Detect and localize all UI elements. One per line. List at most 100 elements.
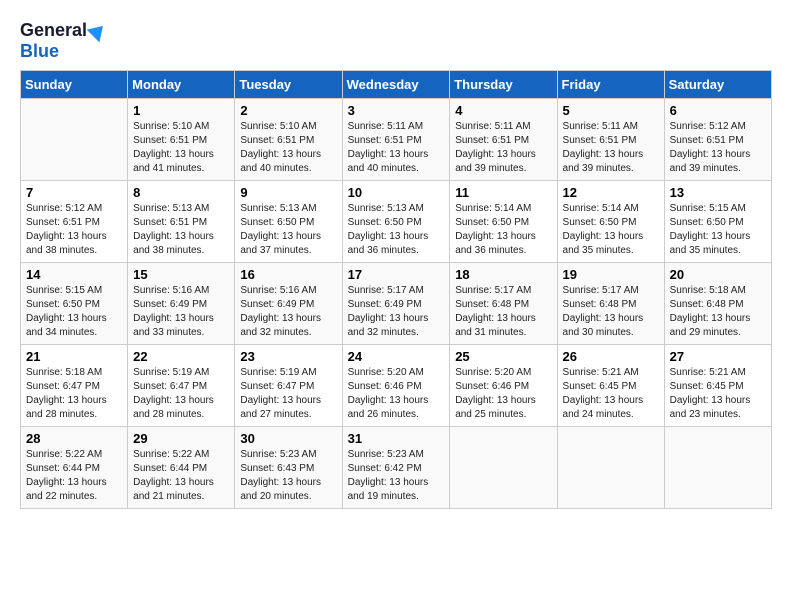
calendar-cell	[21, 99, 128, 181]
logo-general-text: General	[20, 20, 87, 41]
calendar-cell: 15 Sunrise: 5:16 AM Sunset: 6:49 PM Dayli…	[128, 263, 235, 345]
calendar-cell: 4 Sunrise: 5:11 AM Sunset: 6:51 PM Daylig…	[450, 99, 557, 181]
day-info: Sunrise: 5:11 AM Sunset: 6:51 PM Dayligh…	[563, 120, 659, 176]
calendar-cell	[557, 427, 664, 509]
calendar-week-1: 1 Sunrise: 5:10 AM Sunset: 6:51 PM Daylig…	[21, 99, 772, 181]
day-number: 31	[348, 431, 445, 446]
day-info: Sunrise: 5:17 AM Sunset: 6:49 PM Dayligh…	[348, 284, 445, 340]
calendar-cell: 17 Sunrise: 5:17 AM Sunset: 6:49 PM Dayli…	[342, 263, 450, 345]
day-info: Sunrise: 5:12 AM Sunset: 6:51 PM Dayligh…	[26, 202, 122, 258]
calendar-cell: 22Sunrise: 5:19 AM Sunset: 6:47 PM Dayli…	[128, 345, 235, 427]
calendar-cell: 18 Sunrise: 5:17 AM Sunset: 6:48 PM Dayli…	[450, 263, 557, 345]
day-number: 8	[133, 185, 229, 200]
day-number: 28	[26, 431, 122, 446]
day-number: 1	[133, 103, 229, 118]
calendar-header-wednesday: Wednesday	[342, 71, 450, 99]
calendar-cell: 9Sunrise: 5:13 AM Sunset: 6:50 PM Daylig…	[235, 181, 342, 263]
calendar-cell: 8 Sunrise: 5:13 AM Sunset: 6:51 PM Daylig…	[128, 181, 235, 263]
day-number: 3	[348, 103, 445, 118]
day-info: Sunrise: 5:22 AM Sunset: 6:44 PM Dayligh…	[133, 448, 229, 504]
day-number: 15	[133, 267, 229, 282]
calendar-table: SundayMondayTuesdayWednesdayThursdayFrid…	[20, 70, 772, 509]
day-number: 16	[240, 267, 336, 282]
calendar-cell: 3 Sunrise: 5:11 AM Sunset: 6:51 PM Daylig…	[342, 99, 450, 181]
calendar-cell: 16 Sunrise: 5:16 AM Sunset: 6:49 PM Dayli…	[235, 263, 342, 345]
day-info: Sunrise: 5:12 AM Sunset: 6:51 PM Dayligh…	[670, 120, 766, 176]
calendar-header-row: SundayMondayTuesdayWednesdayThursdayFrid…	[21, 71, 772, 99]
day-info: Sunrise: 5:19 AM Sunset: 6:47 PM Dayligh…	[240, 366, 336, 422]
day-info: Sunrise: 5:13 AM Sunset: 6:51 PM Dayligh…	[133, 202, 229, 258]
day-info: Sunrise: 5:23 AM Sunset: 6:43 PM Dayligh…	[240, 448, 336, 504]
day-info: Sunrise: 5:17 AM Sunset: 6:48 PM Dayligh…	[455, 284, 551, 340]
calendar-cell: 21Sunrise: 5:18 AM Sunset: 6:47 PM Dayli…	[21, 345, 128, 427]
calendar-week-3: 14Sunrise: 5:15 AM Sunset: 6:50 PM Dayli…	[21, 263, 772, 345]
day-info: Sunrise: 5:18 AM Sunset: 6:48 PM Dayligh…	[670, 284, 766, 340]
calendar-cell: 5Sunrise: 5:11 AM Sunset: 6:51 PM Daylig…	[557, 99, 664, 181]
calendar-cell: 24 Sunrise: 5:20 AM Sunset: 6:46 PM Dayli…	[342, 345, 450, 427]
calendar-header-monday: Monday	[128, 71, 235, 99]
calendar-cell: 19 Sunrise: 5:17 AM Sunset: 6:48 PM Dayli…	[557, 263, 664, 345]
day-info: Sunrise: 5:23 AM Sunset: 6:42 PM Dayligh…	[348, 448, 445, 504]
day-number: 2	[240, 103, 336, 118]
logo-blue-text: Blue	[20, 41, 59, 61]
day-info: Sunrise: 5:17 AM Sunset: 6:48 PM Dayligh…	[563, 284, 659, 340]
day-number: 14	[26, 267, 122, 282]
day-number: 23	[240, 349, 336, 364]
calendar-week-5: 28 Sunrise: 5:22 AM Sunset: 6:44 PM Dayli…	[21, 427, 772, 509]
calendar-cell	[664, 427, 771, 509]
day-info: Sunrise: 5:21 AM Sunset: 6:45 PM Dayligh…	[563, 366, 659, 422]
calendar-cell: 12Sunrise: 5:14 AM Sunset: 6:50 PM Dayli…	[557, 181, 664, 263]
calendar-cell: 29 Sunrise: 5:22 AM Sunset: 6:44 PM Dayli…	[128, 427, 235, 509]
day-number: 13	[670, 185, 766, 200]
day-info: Sunrise: 5:10 AM Sunset: 6:51 PM Dayligh…	[240, 120, 336, 176]
day-info: Sunrise: 5:22 AM Sunset: 6:44 PM Dayligh…	[26, 448, 122, 504]
calendar-cell: 11 Sunrise: 5:14 AM Sunset: 6:50 PM Dayli…	[450, 181, 557, 263]
day-number: 21	[26, 349, 122, 364]
day-number: 7	[26, 185, 122, 200]
calendar-cell	[450, 427, 557, 509]
day-info: Sunrise: 5:14 AM Sunset: 6:50 PM Dayligh…	[455, 202, 551, 258]
day-number: 10	[348, 185, 445, 200]
day-info: Sunrise: 5:20 AM Sunset: 6:46 PM Dayligh…	[348, 366, 445, 422]
day-number: 17	[348, 267, 445, 282]
logo-icon	[87, 19, 110, 42]
day-number: 27	[670, 349, 766, 364]
day-number: 25	[455, 349, 551, 364]
day-number: 11	[455, 185, 551, 200]
calendar-body: 1 Sunrise: 5:10 AM Sunset: 6:51 PM Daylig…	[21, 99, 772, 509]
day-info: Sunrise: 5:11 AM Sunset: 6:51 PM Dayligh…	[455, 120, 551, 176]
day-number: 26	[563, 349, 659, 364]
calendar-header-thursday: Thursday	[450, 71, 557, 99]
calendar-cell: 28 Sunrise: 5:22 AM Sunset: 6:44 PM Dayli…	[21, 427, 128, 509]
logo: General Blue	[20, 20, 107, 62]
day-info: Sunrise: 5:16 AM Sunset: 6:49 PM Dayligh…	[133, 284, 229, 340]
calendar-cell: 30 Sunrise: 5:23 AM Sunset: 6:43 PM Dayli…	[235, 427, 342, 509]
calendar-cell: 10 Sunrise: 5:13 AM Sunset: 6:50 PM Dayli…	[342, 181, 450, 263]
day-number: 6	[670, 103, 766, 118]
calendar-week-2: 7 Sunrise: 5:12 AM Sunset: 6:51 PM Daylig…	[21, 181, 772, 263]
calendar-cell: 27Sunrise: 5:21 AM Sunset: 6:45 PM Dayli…	[664, 345, 771, 427]
calendar-cell: 31 Sunrise: 5:23 AM Sunset: 6:42 PM Dayli…	[342, 427, 450, 509]
day-number: 19	[563, 267, 659, 282]
calendar-cell: 26 Sunrise: 5:21 AM Sunset: 6:45 PM Dayli…	[557, 345, 664, 427]
day-number: 30	[240, 431, 336, 446]
day-number: 22	[133, 349, 229, 364]
day-number: 18	[455, 267, 551, 282]
day-info: Sunrise: 5:13 AM Sunset: 6:50 PM Dayligh…	[348, 202, 445, 258]
day-info: Sunrise: 5:14 AM Sunset: 6:50 PM Dayligh…	[563, 202, 659, 258]
calendar-header-sunday: Sunday	[21, 71, 128, 99]
day-info: Sunrise: 5:10 AM Sunset: 6:51 PM Dayligh…	[133, 120, 229, 176]
calendar-cell: 14Sunrise: 5:15 AM Sunset: 6:50 PM Dayli…	[21, 263, 128, 345]
calendar-cell: 7 Sunrise: 5:12 AM Sunset: 6:51 PM Daylig…	[21, 181, 128, 263]
calendar-cell: 13 Sunrise: 5:15 AM Sunset: 6:50 PM Dayli…	[664, 181, 771, 263]
calendar-cell: 1 Sunrise: 5:10 AM Sunset: 6:51 PM Daylig…	[128, 99, 235, 181]
day-info: Sunrise: 5:15 AM Sunset: 6:50 PM Dayligh…	[670, 202, 766, 258]
day-number: 20	[670, 267, 766, 282]
day-info: Sunrise: 5:16 AM Sunset: 6:49 PM Dayligh…	[240, 284, 336, 340]
day-info: Sunrise: 5:11 AM Sunset: 6:51 PM Dayligh…	[348, 120, 445, 176]
day-number: 29	[133, 431, 229, 446]
calendar-week-4: 21Sunrise: 5:18 AM Sunset: 6:47 PM Dayli…	[21, 345, 772, 427]
day-number: 24	[348, 349, 445, 364]
calendar-cell: 25Sunrise: 5:20 AM Sunset: 6:46 PM Dayli…	[450, 345, 557, 427]
day-number: 4	[455, 103, 551, 118]
